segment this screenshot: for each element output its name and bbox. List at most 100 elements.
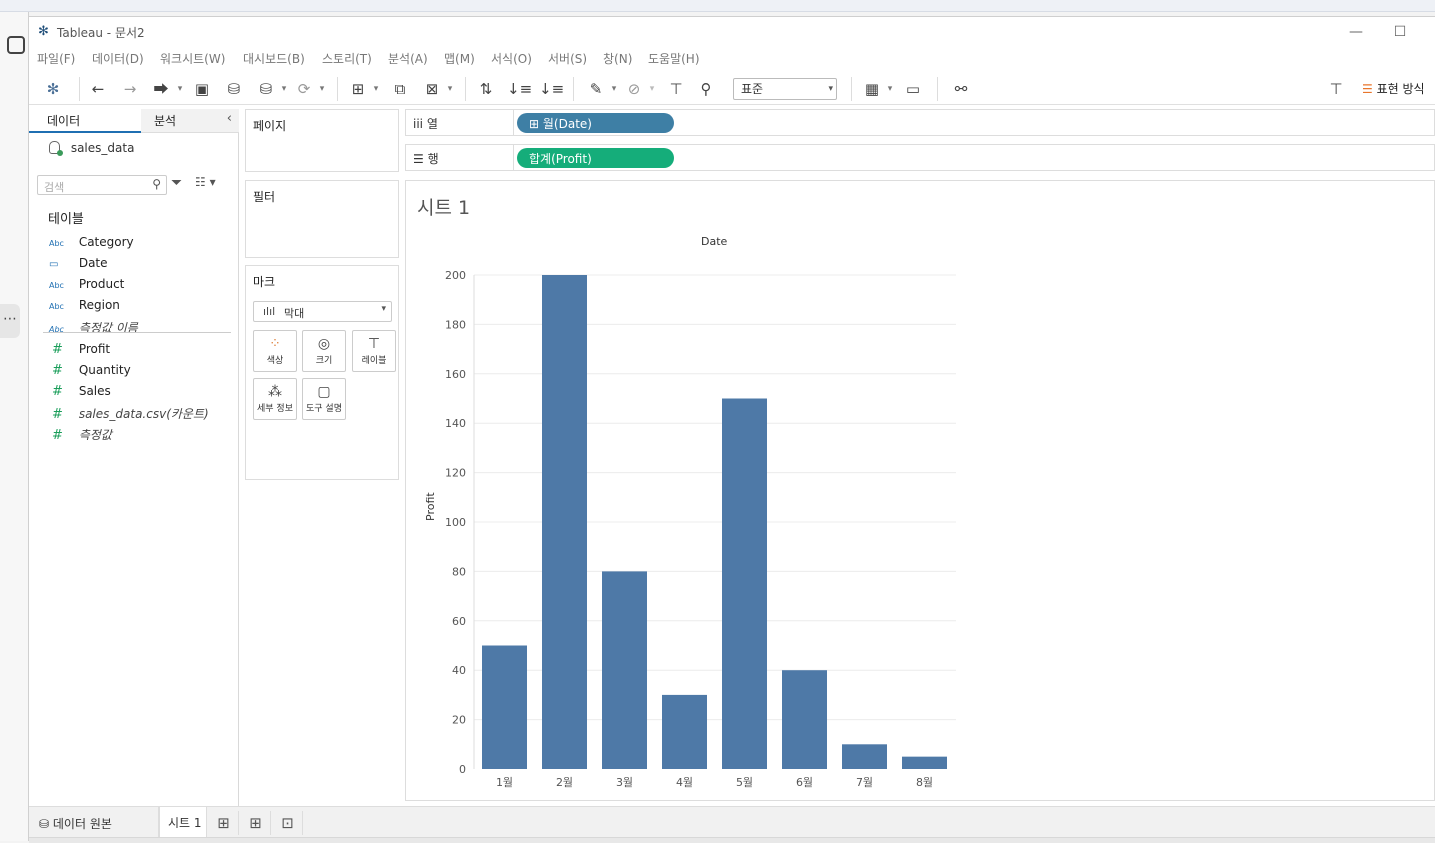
- field-profit[interactable]: # Profit: [49, 342, 110, 360]
- more-icon[interactable]: ⋯: [0, 304, 20, 338]
- menu-file[interactable]: 파일(F): [37, 50, 75, 67]
- y-tick-label: 0: [459, 763, 466, 776]
- rows-pill[interactable]: 합계(Profit): [517, 148, 674, 168]
- data-source-item[interactable]: sales_data: [49, 141, 134, 156]
- sort-descending-icon[interactable]: ↓≡: [539, 77, 564, 101]
- tooltip-button[interactable]: ▢ 도구 설명: [302, 378, 346, 420]
- field-measure-names[interactable]: Abc 측정값 이름: [49, 319, 138, 337]
- pages-card[interactable]: 페이지: [245, 109, 399, 172]
- menu-analysis[interactable]: 분석(A): [388, 50, 428, 67]
- rows-shelf[interactable]: ☰ 행 합계(Profit): [405, 144, 1435, 171]
- edit-icon[interactable]: [7, 36, 25, 54]
- show-me-button[interactable]: ☰ 표현 방식: [1362, 77, 1425, 101]
- minimize-icon[interactable]: —: [1342, 21, 1370, 43]
- chevron-down-icon[interactable]: ▾: [175, 77, 185, 101]
- filter-icon[interactable]: ⏷: [171, 175, 182, 191]
- menu-worksheet[interactable]: 워크시트(W): [160, 50, 225, 67]
- new-worksheet-icon[interactable]: ⊞: [347, 77, 369, 101]
- chevron-down-icon[interactable]: ▾: [885, 77, 895, 101]
- clear-sheet-icon[interactable]: ⊠: [421, 77, 443, 101]
- chevron-down-icon[interactable]: ▾: [317, 77, 327, 101]
- columns-shelf[interactable]: iii 열 ⊞ 월(Date): [405, 109, 1435, 136]
- fit-select[interactable]: 표준 ▾: [733, 78, 837, 100]
- field-sales[interactable]: # Sales: [49, 384, 111, 402]
- y-tick-label: 140: [445, 417, 466, 430]
- title-bar: ✻ Tableau - 문서2 — ☐: [29, 17, 1435, 47]
- rows-shelf-label: ☰ 행: [406, 145, 514, 170]
- menu-server[interactable]: 서버(S): [548, 50, 587, 67]
- sheet-tab[interactable]: 시트 1: [159, 807, 207, 837]
- worksheet-view[interactable]: 시트 1 Date Profit 0 20 40 60 80 100 120 140 160 18…: [405, 180, 1435, 801]
- menu-format[interactable]: 서식(O): [491, 50, 532, 67]
- bar: [602, 571, 647, 769]
- group-members-icon[interactable]: ⊘: [623, 77, 645, 101]
- field-product[interactable]: Abc Product: [49, 277, 124, 295]
- swap-rows-columns-icon[interactable]: ⇅: [475, 77, 497, 101]
- presentation-mode-icon[interactable]: ▭: [901, 77, 925, 101]
- field-record-count[interactable]: # sales_data.csv(카운트): [49, 405, 209, 423]
- new-story-tab-icon[interactable]: ⊡: [273, 811, 303, 835]
- duplicate-sheet-icon[interactable]: ⧉: [389, 77, 411, 101]
- dimension-measure-divider: [43, 332, 231, 333]
- format-painter-icon[interactable]: ⊤: [1325, 77, 1347, 101]
- bar-chart-icon: ılıl: [263, 305, 276, 318]
- sort-ascending-icon[interactable]: ↓≡: [507, 77, 532, 101]
- tableau-home-icon[interactable]: ✻: [41, 77, 65, 101]
- y-tick-label: 180: [445, 318, 466, 331]
- field-quantity[interactable]: # Quantity: [49, 363, 131, 381]
- rows-label-text: 행: [427, 152, 439, 166]
- field-category[interactable]: Abc Category: [49, 235, 134, 253]
- y-tick-label: 60: [452, 615, 466, 628]
- new-dashboard-tab-icon[interactable]: ⊞: [241, 811, 271, 835]
- tab-analysis[interactable]: 분석 ‹: [141, 109, 239, 132]
- chevron-down-icon[interactable]: ▾: [371, 77, 381, 101]
- size-button[interactable]: ◎ 크기: [302, 330, 346, 372]
- new-worksheet-tab-icon[interactable]: ⊞: [209, 811, 239, 835]
- columns-pill[interactable]: ⊞ 월(Date): [517, 113, 674, 133]
- replay-icon[interactable]: ⮕: [150, 77, 172, 101]
- chevron-down-icon[interactable]: ▾: [445, 77, 455, 101]
- x-tick-label: 1월: [496, 776, 513, 789]
- mark-type-select[interactable]: ılıl 막대 ▾: [253, 301, 392, 322]
- tab-data[interactable]: 데이터: [29, 109, 141, 133]
- view-options-icon[interactable]: ☷ ▾: [195, 175, 216, 189]
- field-measure-values[interactable]: # 측정값: [49, 426, 112, 444]
- pages-card-title: 페이지: [253, 119, 287, 133]
- maximize-icon[interactable]: ☐: [1386, 21, 1414, 43]
- menu-window[interactable]: 창(N): [603, 50, 632, 67]
- detail-button-label: 세부 정보: [257, 404, 293, 414]
- field-region[interactable]: Abc Region: [49, 298, 120, 316]
- save-icon[interactable]: ▣: [191, 77, 213, 101]
- menu-map[interactable]: 맵(M): [444, 50, 475, 67]
- filters-card[interactable]: 필터: [245, 180, 399, 258]
- string-type-icon: Abc: [49, 281, 64, 290]
- label-button[interactable]: ⊤ 레이블: [352, 330, 396, 372]
- color-button[interactable]: ⁘ 색상: [253, 330, 297, 372]
- field-name: 측정값: [78, 428, 112, 442]
- menu-help[interactable]: 도움말(H): [648, 50, 700, 67]
- y-tick-label: 20: [452, 714, 466, 727]
- redo-icon[interactable]: →: [119, 77, 141, 101]
- fix-axes-icon[interactable]: ⚲: [695, 77, 717, 101]
- menu-dashboard[interactable]: 대시보드(B): [243, 50, 305, 67]
- search-input[interactable]: 검색 ⚲: [37, 175, 167, 195]
- pause-updates-icon[interactable]: ⛁: [255, 77, 277, 101]
- show-mark-labels-icon[interactable]: ⊤: [665, 77, 687, 101]
- chevron-down-icon[interactable]: ▾: [647, 77, 657, 101]
- share-icon[interactable]: ⚯: [949, 77, 973, 101]
- undo-icon[interactable]: ←: [87, 77, 109, 101]
- highlight-icon[interactable]: ✎: [585, 77, 607, 101]
- show-cards-icon[interactable]: ▦: [861, 77, 883, 101]
- menu-data[interactable]: 데이터(D): [92, 50, 144, 67]
- chevron-down-icon[interactable]: ▾: [279, 77, 289, 101]
- marks-card: 마크 ılıl 막대 ▾ ⁘ 색상 ◎ 크기 ⊤ 레이블 ⁂ 세부 정보 ▢ 도…: [245, 265, 399, 480]
- number-type-icon: #: [52, 363, 63, 378]
- detail-button[interactable]: ⁂ 세부 정보: [253, 378, 297, 420]
- new-data-source-icon[interactable]: ⛁: [223, 77, 245, 101]
- chevron-down-icon[interactable]: ▾: [609, 77, 619, 101]
- desktop-top-strip: [0, 0, 1435, 12]
- menu-story[interactable]: 스토리(T): [322, 50, 372, 67]
- collapse-icon[interactable]: ‹: [227, 111, 232, 126]
- refresh-icon[interactable]: ⟳: [293, 77, 315, 101]
- field-date[interactable]: ▭ Date: [49, 256, 108, 274]
